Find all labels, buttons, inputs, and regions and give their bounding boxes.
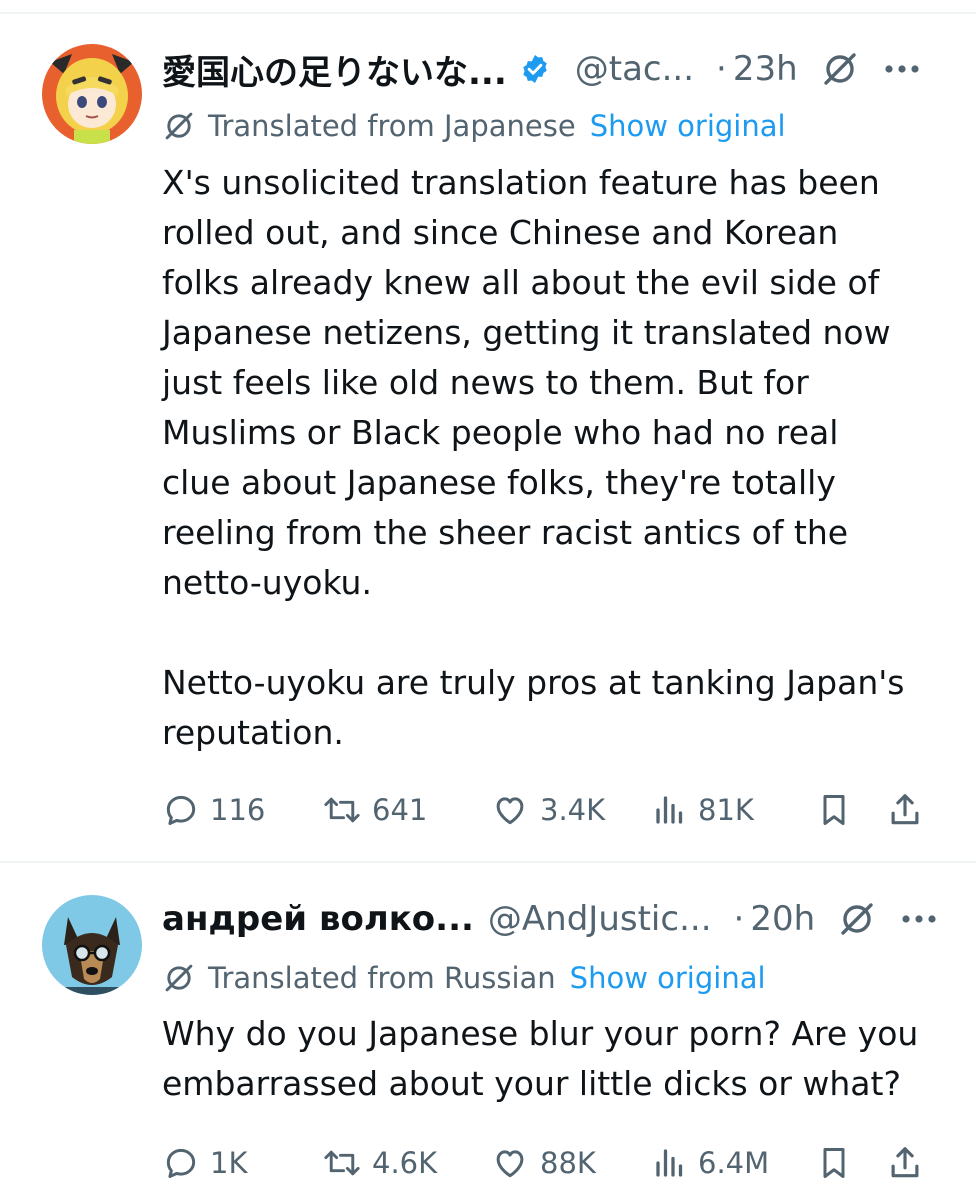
tweet-header: 愛国心の足りないな... @tac... · 23h: [162, 39, 946, 99]
reply-icon: [162, 791, 200, 829]
more-icon[interactable]: [901, 914, 937, 924]
tweet[interactable]: 愛国心の足りないな... @tac... · 23h Translated fr…: [0, 14, 976, 860]
share-button[interactable]: [886, 785, 924, 835]
display-name[interactable]: 愛国心の足りないな...: [162, 45, 507, 94]
handle[interactable]: @tac...: [575, 49, 694, 89]
translate-icon: [162, 109, 196, 143]
action-bar: 1K 4.6K 88K 6.4M: [162, 1138, 942, 1188]
avatar[interactable]: [42, 44, 142, 144]
reply-button[interactable]: 1K: [162, 1138, 247, 1188]
translated-from-label: Translated from Russian: [208, 961, 556, 995]
more-icon[interactable]: [884, 64, 920, 74]
like-icon: [490, 1144, 530, 1182]
bookmark-button[interactable]: [816, 1138, 852, 1188]
reply-count: 1K: [210, 1146, 248, 1180]
repost-count: 641: [372, 793, 428, 827]
tweet-header: андрей волко... @AndJustic... · 20h: [162, 889, 946, 949]
like-button[interactable]: 3.4K: [490, 785, 605, 835]
repost-icon: [322, 791, 362, 829]
grok-icon[interactable]: [837, 899, 877, 939]
like-count: 88K: [540, 1146, 596, 1180]
share-icon: [886, 790, 924, 830]
like-count: 3.4K: [540, 793, 606, 827]
like-icon: [490, 791, 530, 829]
show-original-link[interactable]: Show original: [570, 961, 766, 995]
repost-button[interactable]: 4.6K: [322, 1138, 437, 1188]
bookmark-icon: [816, 790, 852, 830]
separator-dot: ·: [716, 49, 727, 89]
tweet-text: Why do you Japanese blur your porn? Are …: [162, 1014, 919, 1103]
like-button[interactable]: 88K: [490, 1138, 596, 1188]
show-original-link[interactable]: Show original: [590, 109, 786, 143]
tweet[interactable]: андрей волко... @AndJustic... · 20h Tran…: [0, 863, 976, 1200]
translated-from-label: Translated from Japanese: [208, 109, 576, 143]
reply-count: 116: [210, 793, 266, 827]
views-count: 6.4M: [698, 1146, 770, 1180]
views-button[interactable]: 6.4M: [652, 1138, 769, 1188]
action-bar: 116 641 3.4K 81K: [162, 785, 942, 835]
views-icon: [652, 1144, 688, 1182]
views-button[interactable]: 81K: [652, 785, 754, 835]
display-name[interactable]: андрей волко...: [162, 899, 474, 939]
translate-icon: [162, 961, 196, 995]
translation-notice: Translated from Japanese Show original: [162, 104, 786, 148]
share-icon: [886, 1143, 924, 1183]
views-icon: [652, 791, 688, 829]
views-count: 81K: [698, 793, 754, 827]
grok-icon[interactable]: [820, 49, 860, 89]
verified-badge-icon: [519, 53, 551, 85]
avatar[interactable]: [42, 895, 142, 995]
reply-button[interactable]: 116: [162, 785, 265, 835]
bookmark-button[interactable]: [816, 785, 852, 835]
repost-icon: [322, 1144, 362, 1182]
timestamp[interactable]: 20h: [750, 899, 815, 939]
handle[interactable]: @AndJustic...: [488, 899, 712, 939]
reply-icon: [162, 1144, 200, 1182]
repost-count: 4.6K: [372, 1146, 438, 1180]
separator-dot: ·: [733, 899, 745, 939]
tweet-text: X's unsolicited translation feature has …: [162, 163, 905, 752]
translation-notice: Translated from Russian Show original: [162, 956, 766, 1000]
timestamp[interactable]: 23h: [733, 49, 798, 89]
share-button[interactable]: [886, 1138, 924, 1188]
bookmark-icon: [816, 1143, 852, 1183]
repost-button[interactable]: 641: [322, 785, 427, 835]
